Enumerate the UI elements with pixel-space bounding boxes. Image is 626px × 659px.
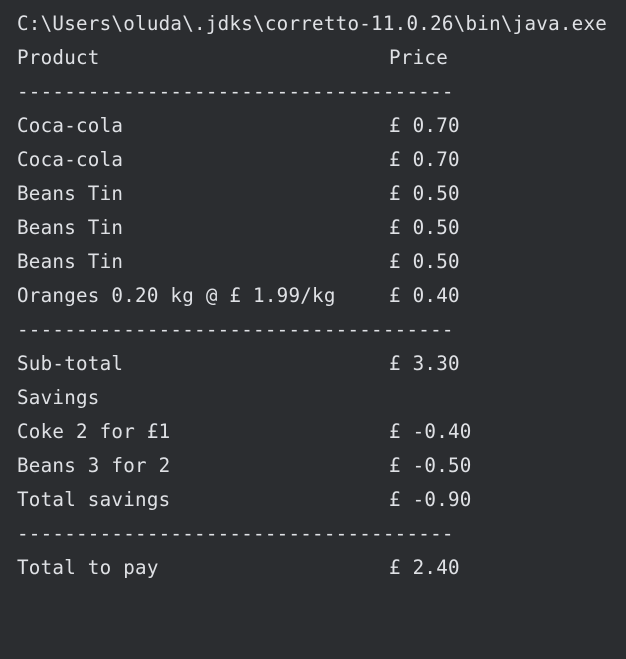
item-name: Coca-cola bbox=[17, 114, 124, 137]
subtotal-value: £ 3.30 bbox=[389, 352, 460, 375]
item-name: Coca-cola bbox=[17, 148, 124, 171]
saving-value: £ -0.50 bbox=[389, 454, 472, 477]
item-price: £ 0.50 bbox=[389, 216, 460, 239]
header-row: Product Price bbox=[17, 45, 448, 71]
command-line: C:\Users\oluda\.jdks\corretto-11.0.26\bi… bbox=[17, 12, 608, 35]
item-row: Coca-cola £ 0.70 bbox=[17, 147, 460, 173]
divider: ------------------------------------- bbox=[17, 80, 454, 103]
item-price: £ 0.40 bbox=[389, 284, 460, 307]
total-to-pay-value: £ 2.40 bbox=[389, 556, 460, 579]
item-row: Oranges 0.20 kg @ £ 1.99/kg £ 0.40 bbox=[17, 283, 460, 309]
total-savings-value: £ -0.90 bbox=[389, 488, 472, 511]
total-to-pay-label: Total to pay bbox=[17, 556, 159, 579]
total-savings-label: Total savings bbox=[17, 488, 171, 511]
savings-heading: Savings bbox=[17, 386, 100, 409]
saving-value: £ -0.40 bbox=[389, 420, 472, 443]
subtotal-row: Sub-total £ 3.30 bbox=[17, 351, 460, 377]
total-to-pay-row: Total to pay £ 2.40 bbox=[17, 555, 460, 581]
item-row: Coca-cola £ 0.70 bbox=[17, 113, 460, 139]
saving-name: Coke 2 for £1 bbox=[17, 420, 171, 443]
header-product: Product bbox=[17, 46, 100, 69]
item-price: £ 0.50 bbox=[389, 182, 460, 205]
saving-row: Coke 2 for £1 £ -0.40 bbox=[17, 419, 471, 445]
divider: ------------------------------------- bbox=[17, 318, 454, 341]
item-name: Beans Tin bbox=[17, 216, 124, 239]
divider: ------------------------------------- bbox=[17, 522, 454, 545]
console-output[interactable]: C:\Users\oluda\.jdks\corretto-11.0.26\bi… bbox=[0, 0, 626, 597]
item-row: Beans Tin £ 0.50 bbox=[17, 249, 460, 275]
item-row: Beans Tin £ 0.50 bbox=[17, 215, 460, 241]
item-row: Beans Tin £ 0.50 bbox=[17, 181, 460, 207]
item-price: £ 0.70 bbox=[389, 114, 460, 137]
total-savings-row: Total savings £ -0.90 bbox=[17, 487, 471, 513]
item-name: Beans Tin bbox=[17, 182, 124, 205]
saving-row: Beans 3 for 2 £ -0.50 bbox=[17, 453, 471, 479]
item-name: Beans Tin bbox=[17, 250, 124, 273]
subtotal-label: Sub-total bbox=[17, 352, 124, 375]
item-price: £ 0.50 bbox=[389, 250, 460, 273]
header-price: Price bbox=[389, 46, 449, 69]
saving-name: Beans 3 for 2 bbox=[17, 454, 171, 477]
item-price: £ 0.70 bbox=[389, 148, 460, 171]
item-name: Oranges 0.20 kg @ £ 1.99/kg bbox=[17, 284, 336, 307]
